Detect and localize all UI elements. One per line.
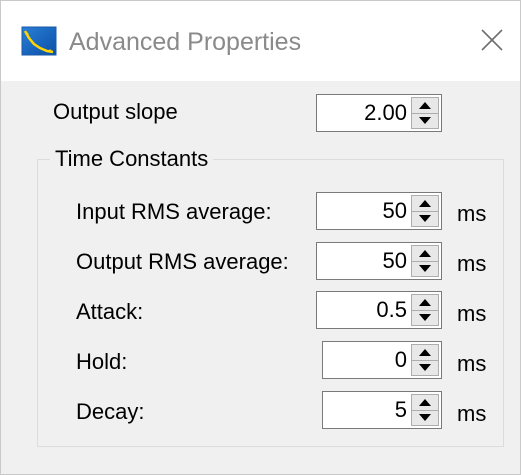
triangle-down-icon xyxy=(419,117,431,124)
spin-up-button[interactable] xyxy=(412,246,438,262)
spin-down-button[interactable] xyxy=(412,410,438,425)
spin-down-button[interactable] xyxy=(412,261,438,276)
spin-buttons xyxy=(411,344,439,376)
spin-up-button[interactable] xyxy=(412,98,438,114)
spin-down-button[interactable] xyxy=(412,360,438,375)
triangle-down-icon xyxy=(419,364,431,371)
hold-value[interactable]: 0 xyxy=(395,347,407,373)
triangle-up-icon xyxy=(419,102,431,109)
title-bar[interactable]: Advanced Properties xyxy=(1,1,520,81)
spin-buttons xyxy=(411,394,439,426)
window-title: Advanced Properties xyxy=(69,28,302,56)
triangle-down-icon xyxy=(419,414,431,421)
spin-up-button[interactable] xyxy=(412,295,438,311)
advanced-properties-dialog: Advanced Properties Output slope 2.00 Ti… xyxy=(0,0,521,475)
decay-spinbox[interactable]: 5 xyxy=(322,391,442,429)
triangle-down-icon xyxy=(419,265,431,272)
triangle-up-icon xyxy=(419,349,431,356)
input-rms-average-label: Input RMS average: xyxy=(76,199,272,224)
time-constants-group-title: Time Constants xyxy=(50,146,214,172)
spin-down-button[interactable] xyxy=(412,211,438,226)
input-rms-average-value[interactable]: 50 xyxy=(383,198,407,224)
spin-buttons xyxy=(411,195,439,227)
output-rms-average-value[interactable]: 50 xyxy=(383,248,407,274)
decay-label: Decay: xyxy=(76,399,145,424)
input-rms-average-spinbox[interactable]: 50 xyxy=(316,192,442,230)
attack-label: Attack: xyxy=(76,299,144,324)
triangle-down-icon xyxy=(419,314,431,321)
output-slope-spinbox[interactable]: 2.00 xyxy=(316,94,442,132)
triangle-up-icon xyxy=(419,250,431,257)
spin-up-button[interactable] xyxy=(412,395,438,411)
hold-unit: ms xyxy=(457,351,487,376)
hold-spinbox[interactable]: 0 xyxy=(322,341,442,379)
attack-value[interactable]: 0.5 xyxy=(376,297,407,323)
attack-unit: ms xyxy=(457,301,487,326)
spin-up-button[interactable] xyxy=(412,345,438,361)
output-rms-average-spinbox[interactable]: 50 xyxy=(316,242,442,280)
decay-value[interactable]: 5 xyxy=(395,397,407,423)
decay-unit: ms xyxy=(457,401,487,426)
triangle-up-icon xyxy=(419,299,431,306)
triangle-down-icon xyxy=(419,215,431,222)
input-rms-average-unit: ms xyxy=(457,201,487,226)
spin-buttons xyxy=(411,245,439,277)
close-icon xyxy=(481,29,503,51)
spin-up-button[interactable] xyxy=(412,196,438,212)
attack-spinbox[interactable]: 0.5 xyxy=(316,291,442,329)
spin-buttons xyxy=(411,294,439,326)
output-rms-average-unit: ms xyxy=(457,251,487,276)
triangle-up-icon xyxy=(419,399,431,406)
spin-down-button[interactable] xyxy=(412,113,438,128)
spin-buttons xyxy=(411,97,439,129)
spin-down-button[interactable] xyxy=(412,310,438,325)
output-slope-label: Output slope xyxy=(53,99,178,124)
output-slope-value[interactable]: 2.00 xyxy=(364,100,407,126)
close-button[interactable] xyxy=(475,23,509,57)
output-rms-average-label: Output RMS average: xyxy=(76,249,289,274)
hold-label: Hold: xyxy=(76,349,128,374)
triangle-up-icon xyxy=(419,200,431,207)
app-icon xyxy=(21,26,57,56)
